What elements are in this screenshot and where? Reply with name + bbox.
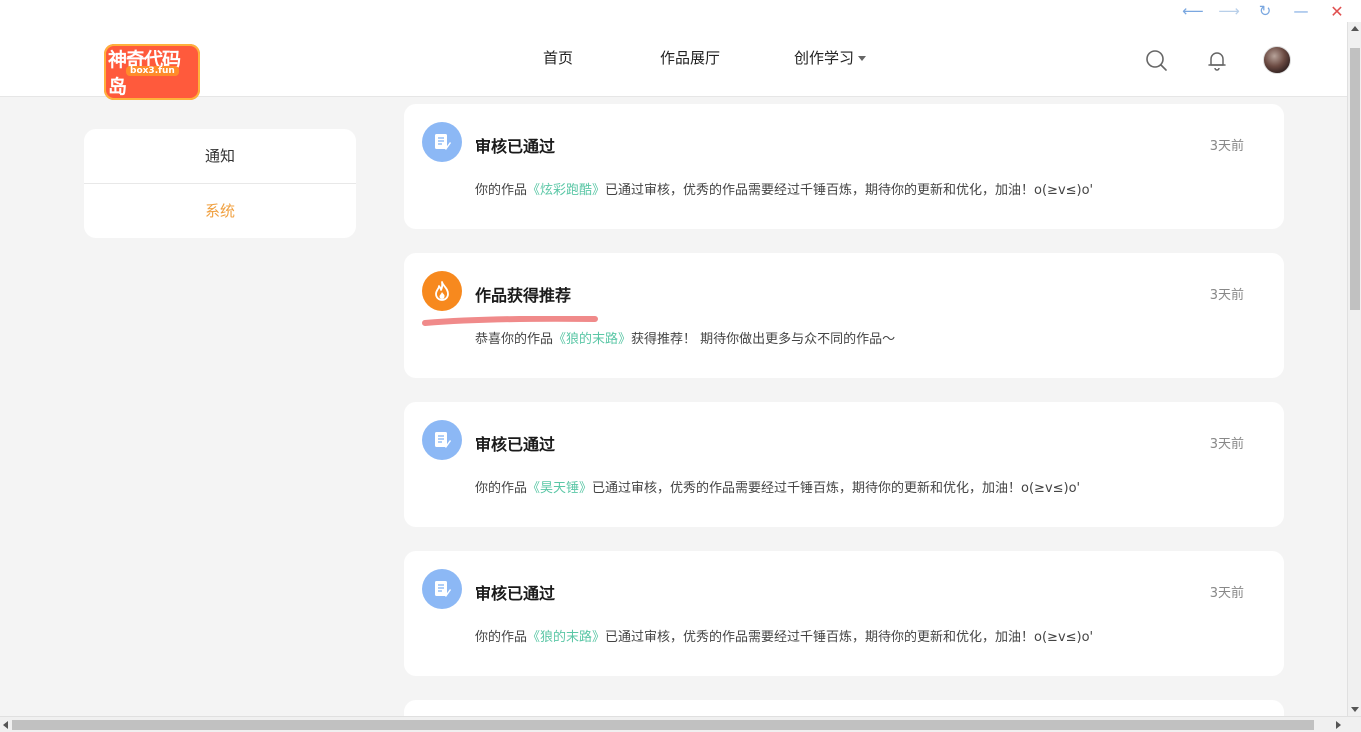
message-prefix: 你的作品: [475, 481, 528, 496]
close-icon[interactable]: ✕: [1319, 0, 1355, 22]
document-edit-icon: [422, 569, 462, 609]
work-link[interactable]: 《昊天锤》: [527, 481, 592, 496]
notification-message: 你的作品《炫彩跑酷》已通过审核，优秀的作品需要经过千锤百炼，期待你的更新和优化，…: [475, 179, 1093, 198]
notification-time: 3天前: [1209, 288, 1244, 303]
document-edit-icon: [422, 122, 462, 162]
back-icon[interactable]: ⟵: [1175, 0, 1211, 22]
work-link[interactable]: 《炫彩跑酷》: [527, 183, 605, 198]
nav-gallery-label: 作品展厅: [660, 49, 721, 67]
scroll-up-icon[interactable]: [1351, 26, 1359, 31]
notification-message: 你的作品《昊天锤》已通过审核，优秀的作品需要经过千锤百炼，期待你的更新和优化，加…: [475, 477, 1080, 496]
search-icon[interactable]: [1144, 48, 1168, 72]
notification-card: 审核已通过 3天前 你的作品《昊天锤》已通过审核，优秀的作品需要经过千锤百炼，期…: [404, 402, 1284, 527]
message-suffix: 已通过审核，优秀的作品需要经过千锤百炼，期待你的更新和优化，加油！o(≥v≤)o…: [592, 481, 1081, 496]
chevron-down-icon: [858, 56, 867, 61]
notification-time: 3天前: [1209, 139, 1244, 154]
message-prefix: 你的作品: [475, 630, 528, 645]
nav-home[interactable]: 首页: [543, 47, 573, 68]
notification-card-partial: [404, 700, 1284, 716]
highlight-mark: [422, 316, 598, 326]
notification-card: 审核已通过 3天前 你的作品《狼的末路》已通过审核，优秀的作品需要经过千锤百炼，…: [404, 551, 1284, 676]
nav-learn-label: 创作学习: [794, 49, 855, 67]
scroll-down-icon[interactable]: [1351, 707, 1359, 712]
avatar[interactable]: [1263, 46, 1291, 74]
notification-time: 3天前: [1209, 586, 1244, 601]
sidebar-item-notice[interactable]: 通知: [84, 129, 356, 183]
notification-title: 审核已通过: [475, 137, 556, 156]
notification-card: 作品获得推荐 3天前 恭喜你的作品《狼的末路》获得推荐！ 期待你做出更多与众不同…: [404, 253, 1284, 378]
notification-title: 审核已通过: [475, 435, 556, 454]
window-controls: ⟵ ⟶ ↻ — ✕: [0, 0, 1361, 22]
notification-title: 审核已通过: [475, 584, 556, 603]
scroll-right-icon[interactable]: [1336, 721, 1341, 729]
nav-gallery[interactable]: 作品展厅: [660, 47, 720, 68]
notification-time: 3天前: [1209, 437, 1244, 452]
nav-home-label: 首页: [543, 49, 574, 67]
notification-sidebar: 通知 系统: [84, 129, 356, 238]
vertical-scrollbar[interactable]: [1347, 22, 1361, 716]
notification-title: 作品获得推荐: [475, 286, 572, 305]
forward-icon[interactable]: ⟶: [1211, 0, 1247, 22]
nav-learn[interactable]: 创作学习: [794, 47, 867, 68]
fire-icon: [422, 271, 462, 311]
scrollbar-thumb[interactable]: [1350, 48, 1360, 310]
scrollbar-thumb[interactable]: [12, 720, 1314, 730]
minimize-icon[interactable]: —: [1283, 0, 1319, 22]
scroll-left-icon[interactable]: [3, 721, 8, 729]
notification-card: 审核已通过 3天前 你的作品《炫彩跑酷》已通过审核，优秀的作品需要经过千锤百炼，…: [404, 104, 1284, 229]
refresh-icon[interactable]: ↻: [1247, 0, 1283, 22]
message-prefix: 恭喜你的作品: [475, 332, 554, 347]
sidebar-item-system[interactable]: 系统: [84, 183, 356, 237]
work-link[interactable]: 《狼的末路》: [553, 332, 631, 347]
message-suffix: 已通过审核，优秀的作品需要经过千锤百炼，期待你的更新和优化，加油！o(≥v≤)o…: [605, 630, 1094, 645]
site-header: 神奇代码岛 box3.fun 首页 作品展厅 创作学习: [0, 22, 1347, 100]
horizontal-scrollbar[interactable]: [0, 716, 1361, 732]
message-suffix: 已通过审核，优秀的作品需要经过千锤百炼，期待你的更新和优化，加油！o(≥v≤)o…: [605, 183, 1094, 198]
message-suffix: 获得推荐！ 期待你做出更多与众不同的作品～: [631, 332, 896, 347]
notification-message: 你的作品《狼的末路》已通过审核，优秀的作品需要经过千锤百炼，期待你的更新和优化，…: [475, 626, 1093, 645]
message-prefix: 你的作品: [475, 183, 528, 198]
bell-icon[interactable]: [1205, 48, 1229, 72]
work-link[interactable]: 《狼的末路》: [527, 630, 605, 645]
notification-message: 恭喜你的作品《狼的末路》获得推荐！ 期待你做出更多与众不同的作品～: [475, 328, 895, 347]
document-edit-icon: [422, 420, 462, 460]
